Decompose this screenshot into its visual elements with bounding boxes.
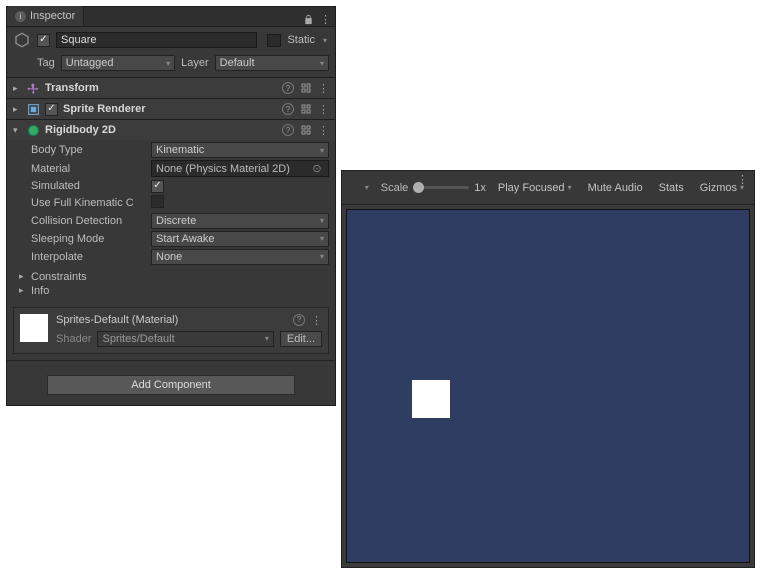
help-icon[interactable]: ? xyxy=(282,103,294,115)
sprite-renderer-header[interactable]: ▸ ✓ Sprite Renderer ? ⋮ xyxy=(7,99,335,119)
inspector-tab-label: Inspector xyxy=(30,10,75,22)
game-render-area xyxy=(346,209,750,563)
collision-detection-dropdown[interactable]: Discrete▾ xyxy=(151,213,329,229)
use-full-kinematic-checkbox[interactable] xyxy=(151,195,164,208)
kebab-icon[interactable]: ⋮ xyxy=(318,103,329,116)
kebab-icon[interactable]: ⋮ xyxy=(318,82,329,95)
layer-dropdown[interactable]: Default▾ xyxy=(215,55,329,71)
rigidbody2d-header[interactable]: ▾ Rigidbody 2D ? ⋮ xyxy=(7,120,335,140)
simulated-label: Simulated xyxy=(31,180,151,192)
scale-slider-group: Scale 1x xyxy=(381,182,486,194)
play-mode-dropdown[interactable]: Play Focused▾ xyxy=(494,180,576,196)
shader-label: Shader xyxy=(56,333,91,345)
foldout-icon: ▸ xyxy=(13,104,21,115)
static-dropdown[interactable]: ▾ xyxy=(321,36,329,45)
constraints-foldout[interactable]: ▸Constraints xyxy=(19,271,329,283)
help-icon[interactable]: ? xyxy=(293,314,305,326)
inspector-tabbar: i Inspector ⋮ xyxy=(7,7,335,27)
scale-value: 1x xyxy=(474,182,486,194)
add-component-button[interactable]: Add Component xyxy=(47,375,295,395)
mute-audio-toggle[interactable]: Mute Audio xyxy=(584,180,647,196)
inspector-panel: i Inspector ⋮ ✓ Square Static ▾ Tag Unta… xyxy=(6,6,336,406)
game-view-window: ⋮ ▾ Scale 1x Play Focused▾ Mute Audio St… xyxy=(341,170,755,568)
static-checkbox[interactable] xyxy=(267,34,281,47)
interpolate-label: Interpolate xyxy=(31,251,151,263)
use-full-kinematic-label: Use Full Kinematic C xyxy=(31,197,151,209)
preset-icon[interactable] xyxy=(300,124,312,136)
toolbar-left-dropdown[interactable]: ▾ xyxy=(361,181,373,194)
shader-dropdown[interactable]: Sprites/Default▾ xyxy=(97,331,273,347)
material-block: Sprites-Default (Material) ? ⋮ Shader Sp… xyxy=(13,307,329,354)
stats-toggle[interactable]: Stats xyxy=(655,180,688,196)
simulated-checkbox[interactable]: ✓ xyxy=(151,180,164,193)
kebab-icon[interactable]: ⋮ xyxy=(320,13,331,26)
material-preview[interactable] xyxy=(20,314,48,342)
kebab-icon[interactable]: ⋮ xyxy=(311,314,322,327)
rigidbody2d-title: Rigidbody 2D xyxy=(45,124,116,136)
object-picker-icon: ⊙ xyxy=(310,162,324,175)
static-label: Static xyxy=(287,34,315,46)
help-icon[interactable]: ? xyxy=(282,82,294,94)
material-title: Sprites-Default (Material) xyxy=(56,314,178,326)
cube-icon xyxy=(13,31,31,49)
layer-label: Layer xyxy=(181,57,209,69)
body-type-label: Body Type xyxy=(31,144,151,156)
game-view-toolbar: ⋮ ▾ Scale 1x Play Focused▾ Mute Audio St… xyxy=(342,171,754,205)
tag-label: Tag xyxy=(37,57,55,69)
sleeping-mode-dropdown[interactable]: Start Awake▾ xyxy=(151,231,329,247)
transform-icon xyxy=(26,81,40,95)
gameobject-name-field[interactable]: Square xyxy=(56,32,257,48)
gameobject-enable-checkbox[interactable]: ✓ xyxy=(37,34,50,47)
square-sprite xyxy=(412,380,450,418)
sprite-renderer-title: Sprite Renderer xyxy=(63,103,146,115)
inspector-tab[interactable]: i Inspector xyxy=(7,6,84,26)
scale-slider[interactable] xyxy=(413,186,469,189)
info-icon: i xyxy=(15,11,26,22)
preset-icon[interactable] xyxy=(300,103,312,115)
sleeping-mode-label: Sleeping Mode xyxy=(31,233,151,245)
component-transform: ▸ Transform ? ⋮ xyxy=(7,77,335,98)
help-icon[interactable]: ? xyxy=(282,124,294,136)
component-sprite-renderer: ▸ ✓ Sprite Renderer ? ⋮ xyxy=(7,98,335,119)
info-foldout[interactable]: ▸Info xyxy=(19,285,329,297)
scale-label: Scale xyxy=(381,182,409,194)
rigidbody2d-icon xyxy=(26,123,40,137)
rigidbody2d-properties: Body Type Kinematic▾ Material None (Phys… xyxy=(7,140,335,269)
material-label: Material xyxy=(31,163,151,175)
sprite-renderer-icon xyxy=(26,102,40,116)
component-rigidbody2d: ▾ Rigidbody 2D ? ⋮ Body Type Kinematic▾ … xyxy=(7,119,335,301)
kebab-icon[interactable]: ⋮ xyxy=(318,124,329,137)
lock-icon[interactable] xyxy=(303,14,314,25)
body-type-dropdown[interactable]: Kinematic▾ xyxy=(151,142,329,158)
interpolate-dropdown[interactable]: None▾ xyxy=(151,249,329,265)
tag-layer-row: Tag Untagged▾ Layer Default▾ xyxy=(7,53,335,77)
transform-header[interactable]: ▸ Transform ? ⋮ xyxy=(7,78,335,98)
foldout-icon: ▾ xyxy=(13,125,21,136)
material-object-field[interactable]: None (Physics Material 2D)⊙ xyxy=(151,160,329,177)
tag-dropdown[interactable]: Untagged▾ xyxy=(61,55,175,71)
transform-title: Transform xyxy=(45,82,99,94)
sprite-renderer-enable-checkbox[interactable]: ✓ xyxy=(45,103,58,116)
preset-icon[interactable] xyxy=(300,82,312,94)
shader-edit-button[interactable]: Edit... xyxy=(280,331,322,347)
foldout-icon: ▸ xyxy=(13,83,21,94)
gameobject-header: ✓ Square Static ▾ xyxy=(7,27,335,53)
kebab-icon[interactable]: ⋮ xyxy=(737,173,748,186)
collision-detection-label: Collision Detection xyxy=(31,215,151,227)
